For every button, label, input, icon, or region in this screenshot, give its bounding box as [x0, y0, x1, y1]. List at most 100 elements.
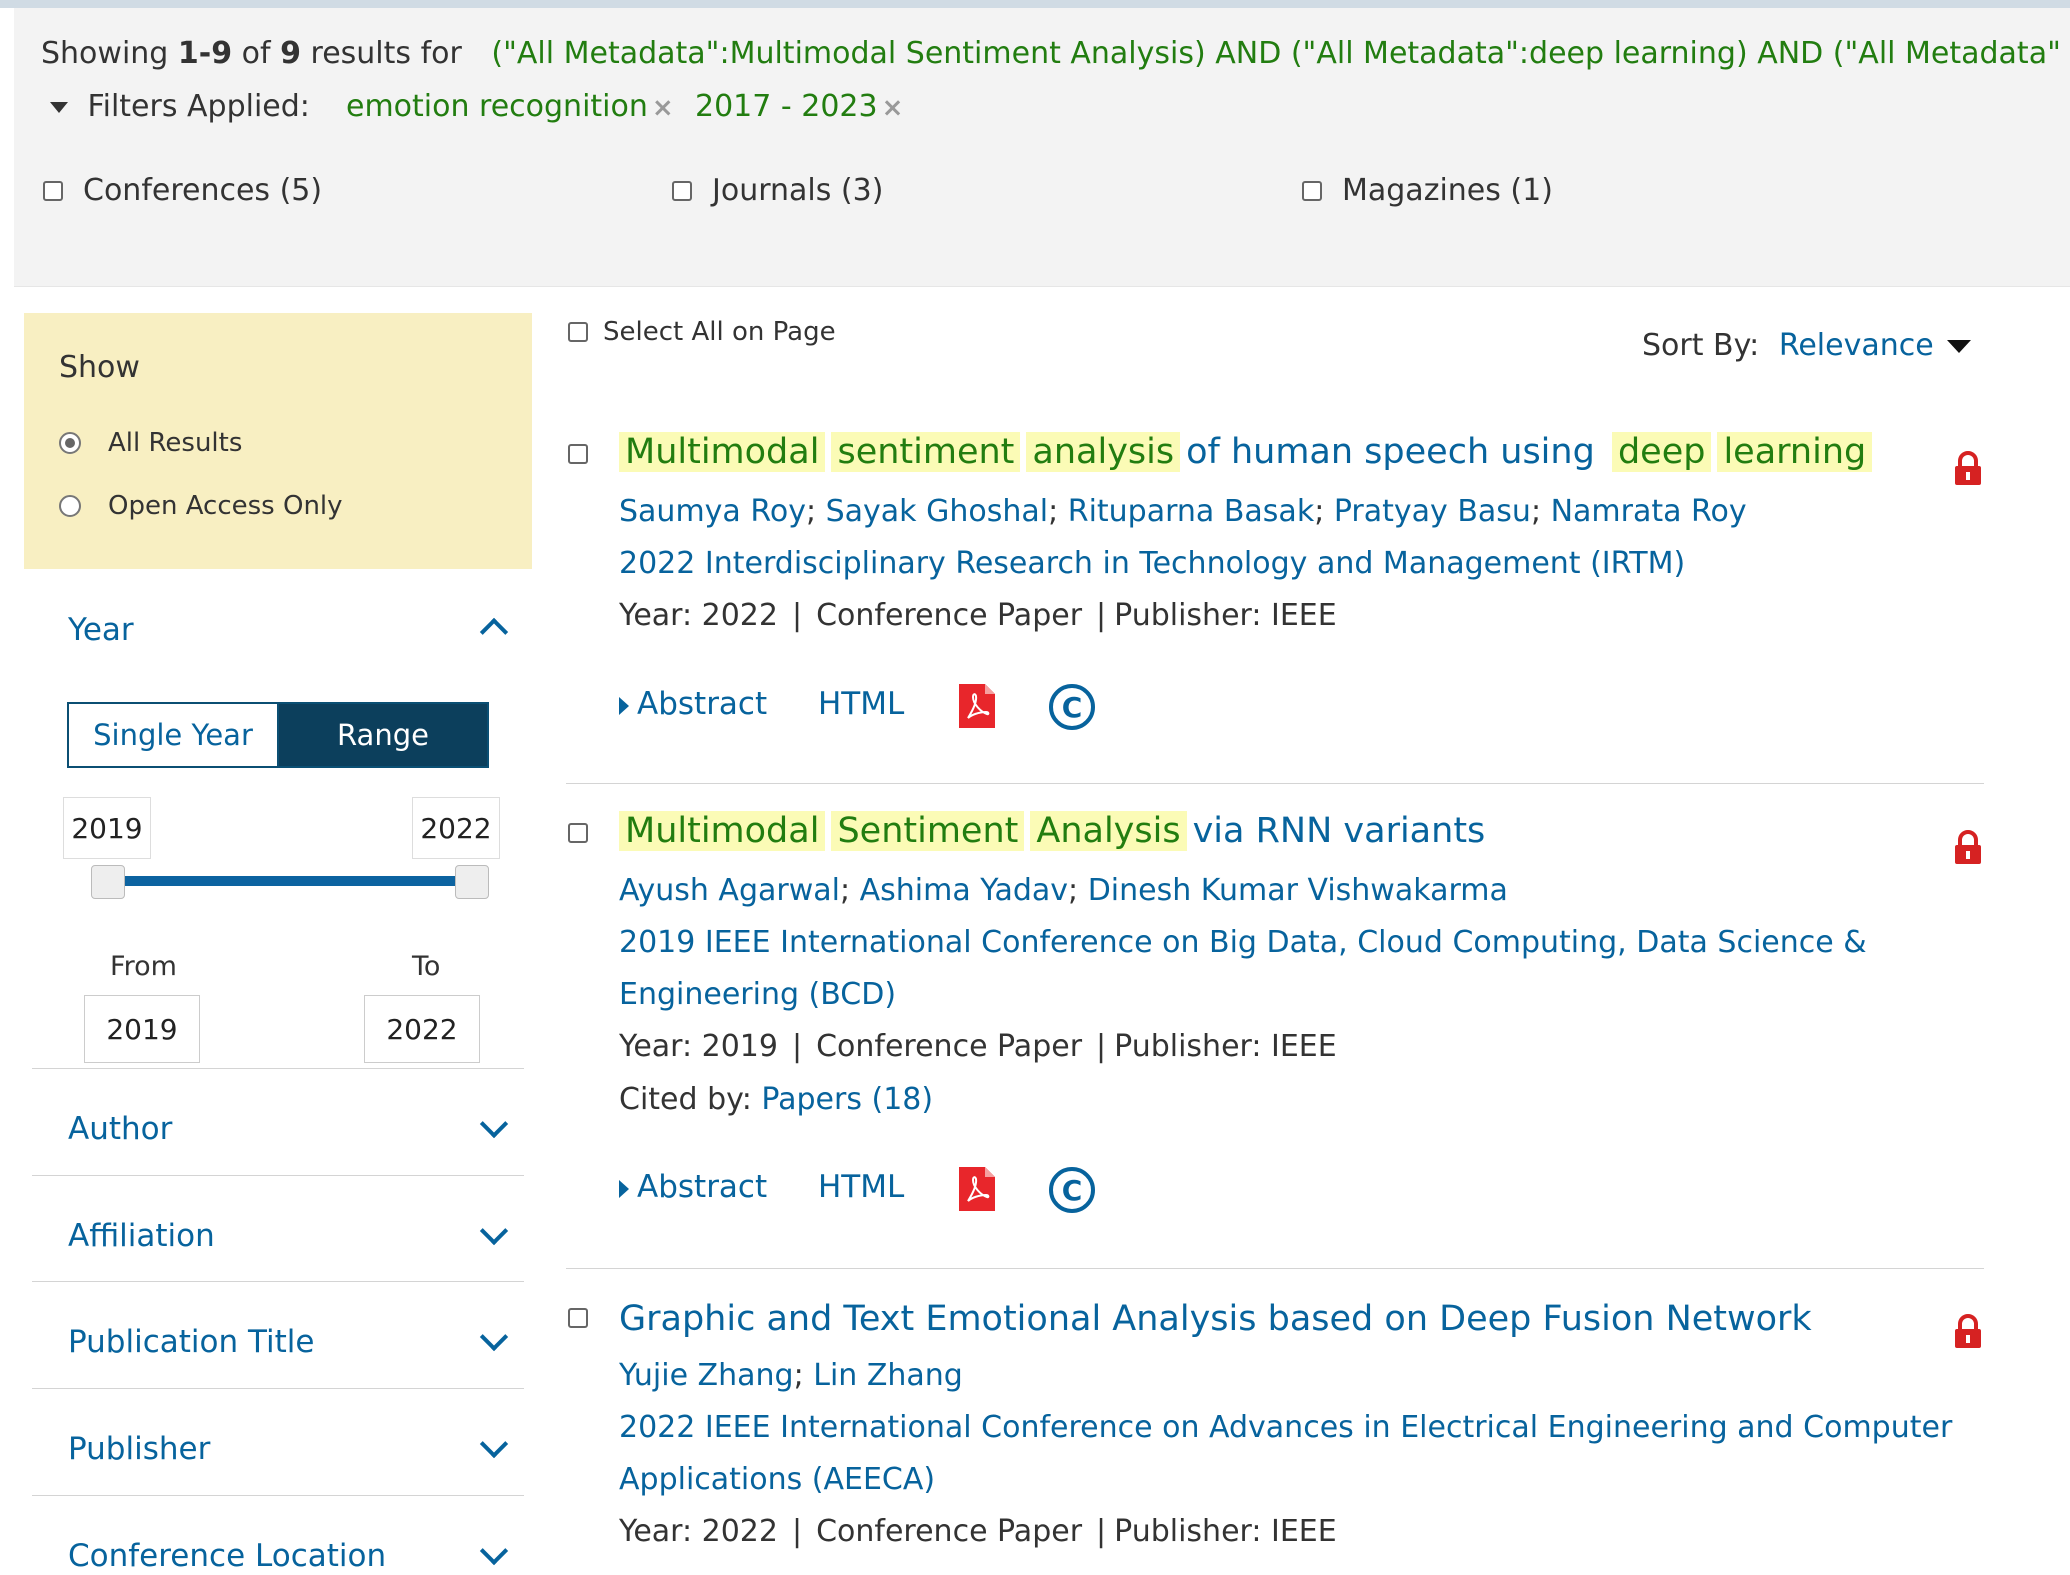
- author-list: Saumya Roy; Sayak Ghoshal; Rituparna Bas…: [619, 494, 1747, 529]
- author-link[interactable]: Sayak Ghoshal: [826, 494, 1048, 529]
- author-facet[interactable]: Author: [68, 1111, 172, 1147]
- copyright-icon[interactable]: C: [1049, 684, 1095, 730]
- title-text: via RNN variants: [1192, 811, 1486, 851]
- result-title[interactable]: Graphic and Text Emotional Analysis base…: [619, 1299, 1812, 1339]
- html-link[interactable]: HTML: [818, 686, 904, 722]
- journals-checkbox[interactable]: [672, 181, 692, 201]
- show-title: Show: [59, 350, 140, 385]
- to-year-input[interactable]: 2022: [364, 995, 480, 1063]
- divider: [32, 1068, 524, 1069]
- lock-icon: [1955, 1314, 1981, 1348]
- author-link[interactable]: Yujie Zhang: [619, 1358, 794, 1393]
- title-text: of human speech using: [1186, 432, 1595, 472]
- publisher-text: Publisher: IEEE: [1114, 1514, 1337, 1549]
- result-checkbox[interactable]: [568, 823, 588, 843]
- open-access-label[interactable]: Open Access Only: [108, 491, 343, 521]
- pdf-icon[interactable]: [959, 684, 995, 728]
- select-all-label[interactable]: Select All on Page: [603, 317, 836, 347]
- filter-chip-year[interactable]: 2017 - 2023 ×: [695, 89, 903, 124]
- conferences-checkbox[interactable]: [43, 181, 63, 201]
- highlight: deep: [1611, 432, 1712, 472]
- select-all-checkbox[interactable]: [568, 322, 588, 342]
- chevron-up-icon[interactable]: [479, 617, 509, 647]
- remove-filter-icon[interactable]: ×: [652, 93, 674, 123]
- venue-link-cont[interactable]: Engineering (BCD): [619, 977, 896, 1012]
- author-list: Yujie Zhang; Lin Zhang: [619, 1358, 963, 1393]
- year-mode-toggle[interactable]: Single Year Range: [67, 702, 489, 768]
- venue-link[interactable]: 2022 Interdisciplinary Research in Techn…: [619, 546, 1685, 581]
- html-link[interactable]: HTML: [818, 1169, 904, 1205]
- to-label: To: [412, 951, 441, 982]
- author-link[interactable]: Lin Zhang: [813, 1358, 963, 1393]
- single-year-tab[interactable]: Single Year: [69, 704, 279, 766]
- chevron-down-icon[interactable]: [479, 1322, 509, 1352]
- divider: [32, 1281, 524, 1282]
- slider-min-label: 2019: [63, 797, 151, 859]
- author-link[interactable]: Ashima Yadav: [860, 873, 1068, 908]
- search-query[interactable]: ("All Metadata":Multimodal Sentiment Ana…: [491, 36, 2061, 71]
- affiliation-facet[interactable]: Affiliation: [68, 1218, 215, 1254]
- sort-control[interactable]: Sort By: Relevance: [1642, 328, 1972, 363]
- author-list: Ayush Agarwal; Ashima Yadav; Dinesh Kuma…: [619, 873, 1508, 908]
- result-meta: Year: 2022 | Conference Paper | Publisher: I…: [619, 1514, 1337, 1549]
- conference-location-facet[interactable]: Conference Location: [68, 1538, 386, 1574]
- year-text: Year: 2022: [619, 1514, 778, 1549]
- sort-label: Sort By:: [1642, 328, 1760, 363]
- caret-down-icon: [50, 102, 68, 113]
- author-link[interactable]: Dinesh Kumar Vishwakarma: [1088, 873, 1508, 908]
- abstract-toggle[interactable]: Abstract: [619, 686, 767, 722]
- results-count-line: Showing 1-9 of 9 results for ("All Metad…: [41, 36, 2061, 71]
- filter-chip-emotion[interactable]: emotion recognition ×: [346, 89, 674, 124]
- result-divider: [566, 783, 1984, 784]
- chevron-down-icon[interactable]: [479, 1429, 509, 1459]
- of-label: of: [241, 36, 271, 71]
- lock-icon: [1955, 451, 1981, 485]
- author-link[interactable]: Saumya Roy: [619, 494, 806, 529]
- result-checkbox[interactable]: [568, 444, 588, 464]
- chevron-down-icon[interactable]: [479, 1216, 509, 1246]
- slider-range-fill: [108, 876, 472, 886]
- result-meta: Year: 2019 | Conference Paper | Publisher: I…: [619, 1029, 1337, 1064]
- slider-handle-start[interactable]: [91, 865, 125, 899]
- from-year-input[interactable]: 2019: [84, 995, 200, 1063]
- all-results-label[interactable]: All Results: [108, 428, 242, 458]
- cited-papers-link[interactable]: Papers (18): [761, 1082, 933, 1117]
- author-link[interactable]: Ayush Agarwal: [619, 873, 840, 908]
- all-results-radio[interactable]: [59, 432, 81, 454]
- result-title[interactable]: Multimodal sentiment analysis of human spee…: [619, 432, 1878, 472]
- slider-handle-end[interactable]: [455, 865, 489, 899]
- journals-label[interactable]: Journals (3): [712, 173, 883, 208]
- slider-max-label: 2022: [412, 797, 500, 859]
- filters-applied[interactable]: Filters Applied:: [50, 89, 310, 124]
- venue-link-cont[interactable]: Applications (AEECA): [619, 1462, 935, 1497]
- lock-icon: [1955, 830, 1981, 864]
- conferences-label[interactable]: Conferences (5): [83, 173, 322, 208]
- divider: [32, 1175, 524, 1176]
- cited-label: Cited by:: [619, 1082, 752, 1117]
- copyright-icon[interactable]: C: [1049, 1167, 1095, 1213]
- chevron-down-icon[interactable]: [479, 1536, 509, 1566]
- author-link[interactable]: Pratyay Basu: [1334, 494, 1531, 529]
- venue-link[interactable]: 2022 IEEE International Conference on Ad…: [619, 1410, 1952, 1445]
- filters-label: Filters Applied:: [87, 89, 310, 124]
- author-link[interactable]: Rituparna Basak: [1068, 494, 1314, 529]
- abstract-label: Abstract: [637, 1169, 768, 1205]
- publication-title-facet[interactable]: Publication Title: [68, 1324, 314, 1360]
- year-slider[interactable]: [108, 876, 472, 886]
- magazines-checkbox[interactable]: [1302, 181, 1322, 201]
- pdf-icon[interactable]: [959, 1167, 995, 1211]
- open-access-radio[interactable]: [59, 495, 81, 517]
- author-link[interactable]: Namrata Roy: [1551, 494, 1747, 529]
- remove-filter-icon[interactable]: ×: [882, 93, 904, 123]
- sort-value[interactable]: Relevance: [1779, 328, 1934, 363]
- range-tab[interactable]: Range: [279, 704, 487, 766]
- venue-link[interactable]: 2019 IEEE International Conference on Bi…: [619, 925, 1867, 960]
- result-checkbox[interactable]: [568, 1308, 588, 1328]
- chevron-down-icon[interactable]: [479, 1109, 509, 1139]
- result-title[interactable]: Multimodal Sentiment Analysis via RNN varia…: [619, 811, 1485, 851]
- magazines-label[interactable]: Magazines (1): [1342, 173, 1553, 208]
- year-facet-title[interactable]: Year: [68, 612, 134, 648]
- abstract-toggle[interactable]: Abstract: [619, 1169, 767, 1205]
- caret-down-icon[interactable]: [1947, 340, 1972, 353]
- publisher-facet[interactable]: Publisher: [68, 1431, 210, 1467]
